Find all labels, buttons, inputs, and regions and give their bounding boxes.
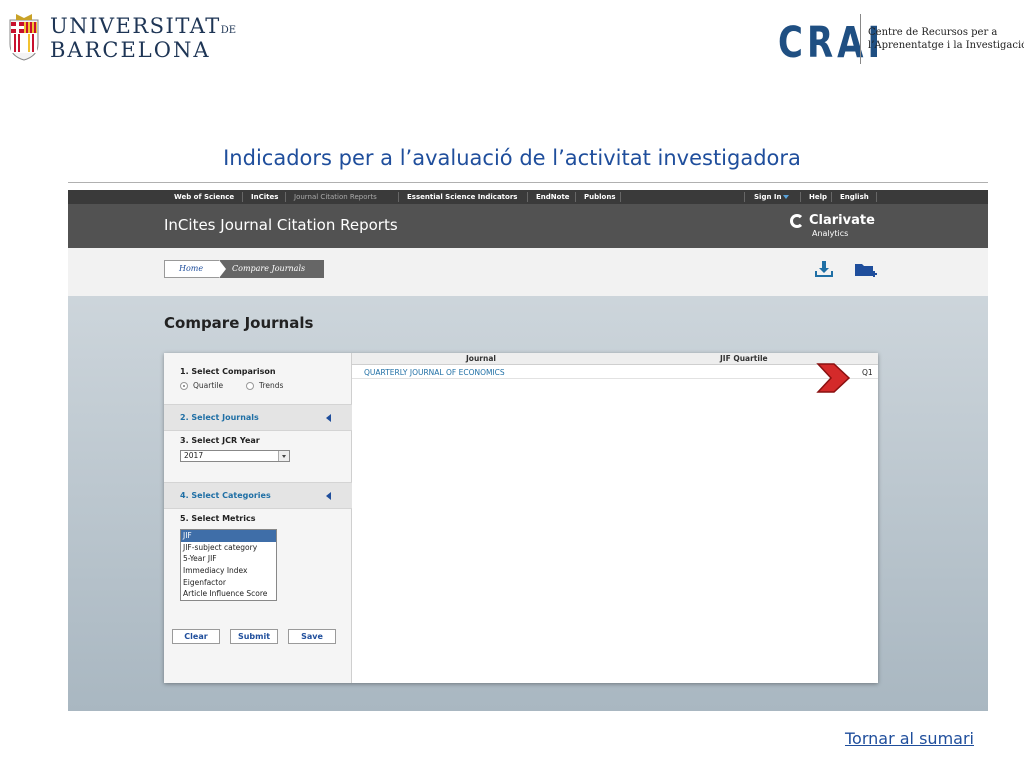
nav-language[interactable]: English	[840, 190, 869, 204]
nav-web-of-science[interactable]: Web of Science	[174, 190, 234, 204]
dropdown-icon[interactable]	[278, 451, 289, 461]
breadcrumb-arrow-icon	[219, 260, 226, 278]
metric-option[interactable]: JIF-subject category	[181, 542, 276, 554]
jcr-year-select[interactable]: 2017	[180, 450, 290, 462]
clarivate-name: Clarivate	[809, 213, 875, 228]
annotation-arrow-icon	[816, 363, 851, 393]
nav-essential-science-indicators[interactable]: Essential Science Indicators	[407, 190, 517, 204]
breadcrumb-home[interactable]: Home	[164, 260, 220, 278]
ub-name-line2: BARCELONA	[50, 38, 211, 62]
radio-unselected-icon	[246, 382, 254, 390]
breadcrumb: Home Compare Journals	[68, 248, 988, 296]
jcr-screenshot: Web of Science InCites Journal Citation …	[68, 190, 988, 711]
radio-quartile[interactable]: Quartile	[180, 381, 223, 390]
jcr-top-nav: Web of Science InCites Journal Citation …	[68, 190, 988, 204]
metric-option[interactable]: Eigenfactor	[181, 577, 276, 589]
collapse-left-icon[interactable]	[326, 492, 331, 500]
ub-shield-icon	[9, 14, 39, 61]
submit-button[interactable]: Submit	[230, 629, 278, 644]
crai-separator	[860, 14, 861, 64]
select-jcr-year-heading: 3. Select JCR Year	[180, 436, 260, 445]
metric-option[interactable]: Article Influence Score	[181, 588, 276, 600]
metric-option[interactable]: JIF	[181, 530, 276, 542]
clarivate-logo: Clarivate Analytics	[790, 213, 890, 239]
ub-name-line1: UNIVERSITATDE	[50, 14, 237, 38]
back-to-summary-link[interactable]: Tornar al sumari	[845, 729, 974, 748]
clear-button[interactable]: Clear	[172, 629, 220, 644]
download-icon[interactable]	[814, 260, 834, 278]
select-metrics-heading: 5. Select Metrics	[180, 514, 256, 523]
nav-incites[interactable]: InCites	[251, 190, 278, 204]
column-journal[interactable]: Journal	[466, 353, 496, 365]
clarivate-sub: Analytics	[812, 229, 849, 238]
metrics-listbox[interactable]: JIF JIF-subject category 5-Year JIF Imme…	[180, 529, 277, 601]
page-heading: Compare Journals	[164, 314, 314, 332]
add-folder-icon[interactable]	[854, 262, 878, 278]
select-categories-section[interactable]: 4. Select Categories	[164, 482, 352, 509]
ub-logo: UNIVERSITATDE BARCELONA	[6, 12, 236, 68]
nav-help[interactable]: Help	[809, 190, 827, 204]
table-row: QUARTERLY JOURNAL OF ECONOMICS Q1	[352, 366, 878, 379]
results-table-header: Journal JIF Quartile	[352, 353, 878, 365]
clarivate-icon	[790, 214, 804, 228]
jcr-app-title: InCites Journal Citation Reports	[164, 216, 398, 234]
collapse-left-icon[interactable]	[326, 414, 331, 422]
select-categories-heading[interactable]: 4. Select Categories	[180, 491, 271, 500]
journal-link[interactable]: QUARTERLY JOURNAL OF ECONOMICS	[364, 366, 505, 379]
metric-option[interactable]: Immediacy Index	[181, 565, 276, 577]
nav-sign-in[interactable]: Sign In	[754, 190, 790, 204]
quartile-value: Q1	[862, 368, 873, 377]
radio-trends[interactable]: Trends	[246, 381, 283, 390]
radio-selected-icon	[180, 382, 188, 390]
title-divider	[68, 182, 988, 183]
compare-panel: 1. Select Comparison Quartile Trends 2. …	[164, 353, 878, 683]
crai-name: Centre de Recursos per a l’Aprenentatge …	[868, 27, 1024, 51]
select-journals-section[interactable]: 2. Select Journals	[164, 404, 352, 431]
slide-title: Indicadors per a l’avaluació de l’activi…	[223, 146, 801, 170]
nav-journal-citation-reports[interactable]: Journal Citation Reports	[294, 190, 377, 204]
select-comparison-heading: 1. Select Comparison	[180, 367, 276, 376]
chevron-down-icon	[783, 195, 790, 199]
nav-publons[interactable]: Publons	[584, 190, 615, 204]
column-jif-quartile[interactable]: JIF Quartile	[720, 353, 768, 365]
breadcrumb-current: Compare Journals	[220, 260, 324, 278]
jcr-banner: InCites Journal Citation Reports Clariva…	[68, 204, 988, 248]
crai-logo: CRAI Centre de Recursos per a l’Aprenent…	[778, 14, 1024, 68]
metric-option[interactable]: 5-Year JIF	[181, 553, 276, 565]
select-journals-heading[interactable]: 2. Select Journals	[180, 413, 259, 422]
save-button[interactable]: Save	[288, 629, 336, 644]
selection-sidebar: 1. Select Comparison Quartile Trends 2. …	[164, 353, 352, 683]
nav-endnote[interactable]: EndNote	[536, 190, 570, 204]
